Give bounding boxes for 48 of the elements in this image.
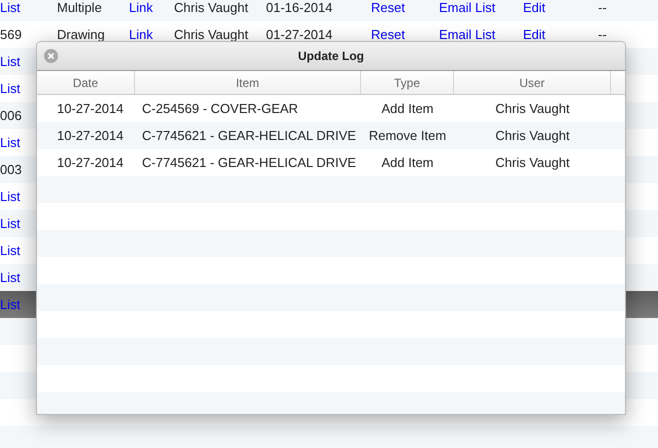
link[interactable]: List [0,216,20,231]
table-cell: 01-16-2014 [266,0,332,15]
link[interactable]: Reset [371,26,405,42]
link[interactable]: List [0,80,20,96]
table-cell: Chris Vaught [495,100,570,116]
table-cell: -- [598,26,607,42]
link[interactable]: List [0,242,20,258]
link[interactable]: List [0,0,20,15]
window-title: Update Log [298,48,364,65]
table-cell: 569 [0,26,22,42]
link[interactable]: List [0,188,20,204]
table-cell: Add Item [381,100,434,116]
link[interactable]: Email List [439,0,496,15]
link[interactable]: Reset [371,0,405,15]
table-cell: Multiple [57,0,102,15]
link[interactable]: List [0,134,20,150]
table-row[interactable]: List Multiple Link Chris Vaught 01-16-2014 Reset Email List Edit -- [0,0,658,21]
table-cell: C-7745621 - GEAR-HELICAL DRIVE [142,128,356,143]
link[interactable]: Email List [439,26,496,42]
link[interactable]: List [0,270,20,285]
table-cell: C-254569 - COVER-GEAR [142,100,298,116]
table-cell: 003 [0,162,22,177]
column-header[interactable]: Type [361,71,454,94]
link[interactable]: Link [129,26,153,42]
table-cell: 10-27-2014 [57,154,124,170]
column-header[interactable]: Item [135,71,361,94]
link[interactable]: Edit [523,26,546,42]
table-cell: 006 [0,108,22,123]
table-row[interactable]: 10-27-2014 C-7745621 - GEAR-HELICAL DRIVE Add Item Chris Vaught [37,149,625,176]
table-cell: -- [598,0,607,15]
table-cell: Chris Vaught [495,128,570,143]
column-header[interactable]: User [454,71,611,94]
table-row[interactable]: 10-27-2014 C-254569 - COVER-GEAR Add Item Chris Vaught [37,95,625,122]
table-cell: Chris Vaught [174,0,248,15]
link[interactable]: Edit [523,0,546,15]
table-cell: Remove Item [368,128,446,143]
table-cell: Chris Vaught [495,154,570,170]
table-cell: Drawing [57,26,105,42]
table-cell: 10-27-2014 [57,128,124,143]
table-cell: 01-27-2014 [266,26,332,42]
table-cell: Add Item [381,154,434,170]
table-cell: Chris Vaught [174,26,248,42]
link[interactable]: List [0,54,20,69]
table-cell: C-7745621 - GEAR-HELICAL DRIVE [142,154,356,170]
table-cell: 10-27-2014 [57,100,124,116]
table-row[interactable]: 10-27-2014 C-7745621 - GEAR-HELICAL DRIVE Remove Item Chris Vaught [37,122,625,149]
link[interactable]: Link [129,0,153,15]
column-header[interactable]: Date [37,71,135,94]
